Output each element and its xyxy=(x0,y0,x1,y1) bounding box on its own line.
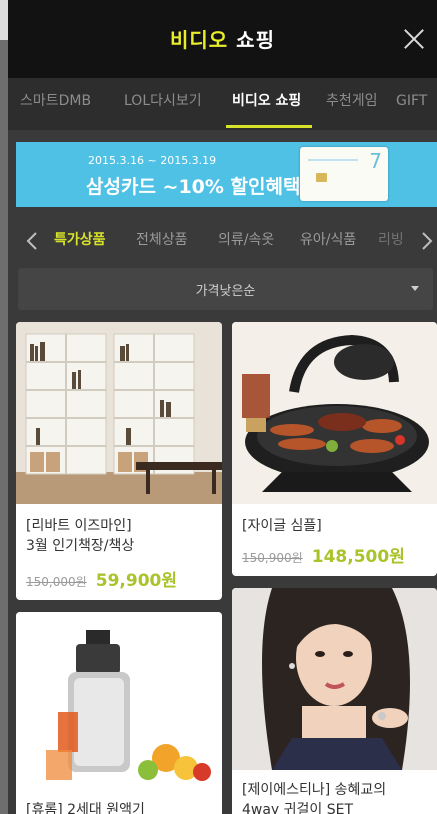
sale-price: 59,900원 xyxy=(95,571,178,591)
card-number: 7 xyxy=(369,149,382,173)
product-title: [휴롬] 2세대 원액기 xyxy=(26,800,145,814)
subtab-clothing[interactable]: 의류/속옷 xyxy=(218,222,274,258)
card-stripe xyxy=(308,159,358,161)
product-image-grill xyxy=(232,322,437,504)
banner-dates: 2015.3.16 ~ 2015.3.19 xyxy=(88,154,217,167)
caret-down-icon xyxy=(411,286,419,291)
close-icon[interactable] xyxy=(401,26,427,52)
tab-lol-replay[interactable]: LOL다시보기 xyxy=(124,78,202,130)
tab-gift[interactable]: GIFT xyxy=(396,78,427,130)
subtab-all-products[interactable]: 전체상품 xyxy=(136,222,188,258)
chevron-left-icon[interactable] xyxy=(22,230,44,252)
product-title-line1: [제이에스티나] 송혜교의 xyxy=(242,782,387,798)
product-title: [자이글 심플] xyxy=(242,516,322,536)
price-row: 150,900원 148,500원 xyxy=(242,542,405,567)
sort-dropdown[interactable]: 가격낮은순 xyxy=(18,268,433,310)
product-title: [리바트 이즈마인] 3월 인기책장/책상 xyxy=(26,516,134,556)
original-price: 150,000원 xyxy=(26,575,87,589)
product-title-line2: 4way 귀걸이 SET xyxy=(242,802,354,814)
product-title-line1: [자이글 심플] xyxy=(242,518,322,534)
product-image-juicer xyxy=(16,612,222,792)
app-header: 비디오 쇼핑 xyxy=(8,0,437,78)
product-title-line2: 3월 인기책장/책상 xyxy=(26,538,135,554)
title-highlight: 비디오 xyxy=(170,28,229,52)
page-title: 비디오 쇼핑 xyxy=(8,24,437,53)
product-card[interactable]: [제이에스티나] 송혜교의 4way 귀걸이 SET xyxy=(232,588,437,814)
tab-smart-dmb[interactable]: 스마트DMB xyxy=(20,78,91,130)
promo-banner[interactable]: 2015.3.16 ~ 2015.3.19 삼성카드 ~10% 할인혜택 7 xyxy=(16,142,437,207)
app-window: 비디오 쇼핑 스마트DMB LOL다시보기 비디오 쇼핑 추천게임 GIFT 2… xyxy=(8,0,437,814)
product-card[interactable]: [휴롬] 2세대 원액기 xyxy=(16,612,222,814)
credit-card-image: 7 xyxy=(300,147,388,201)
product-title-line1: [휴롬] 2세대 원액기 xyxy=(26,802,145,814)
product-image-bookshelf xyxy=(16,322,222,504)
product-card[interactable]: [자이글 심플] 150,900원 148,500원 xyxy=(232,322,437,576)
sale-price: 148,500원 xyxy=(311,547,405,567)
title-rest: 쇼핑 xyxy=(236,28,275,52)
price-row: 150,000원 59,900원 xyxy=(26,566,177,591)
tab-video-shopping[interactable]: 비디오 쇼핑 xyxy=(232,78,301,130)
product-image-jewelry-model xyxy=(232,588,437,770)
banner-headline: 삼성카드 ~10% 할인혜택 xyxy=(86,176,301,198)
product-title-line1: [리바트 이즈마인] xyxy=(26,518,132,534)
product-category-tabs: 특가상품 전체상품 의류/속옷 유아/식품 리빙 xyxy=(8,222,437,262)
product-title: [제이에스티나] 송혜교의 4way 귀걸이 SET xyxy=(242,780,386,814)
product-card[interactable]: [리바트 이즈마인] 3월 인기책장/책상 150,000원 59,900원 xyxy=(16,322,222,600)
chevron-right-icon[interactable] xyxy=(415,230,437,252)
subtab-special-deals[interactable]: 특가상품 xyxy=(54,222,106,258)
category-tab-bar: 스마트DMB LOL다시보기 비디오 쇼핑 추천게임 GIFT xyxy=(8,78,437,130)
tab-recommended-games[interactable]: 추천게임 xyxy=(326,78,378,130)
subtab-baby-food[interactable]: 유아/식품 xyxy=(300,222,356,258)
sort-selected-label: 가격낮은순 xyxy=(195,284,256,299)
card-chip xyxy=(316,173,327,182)
subtab-living[interactable]: 리빙 xyxy=(378,222,408,258)
original-price: 150,900원 xyxy=(242,551,303,565)
active-tab-indicator xyxy=(226,125,312,128)
